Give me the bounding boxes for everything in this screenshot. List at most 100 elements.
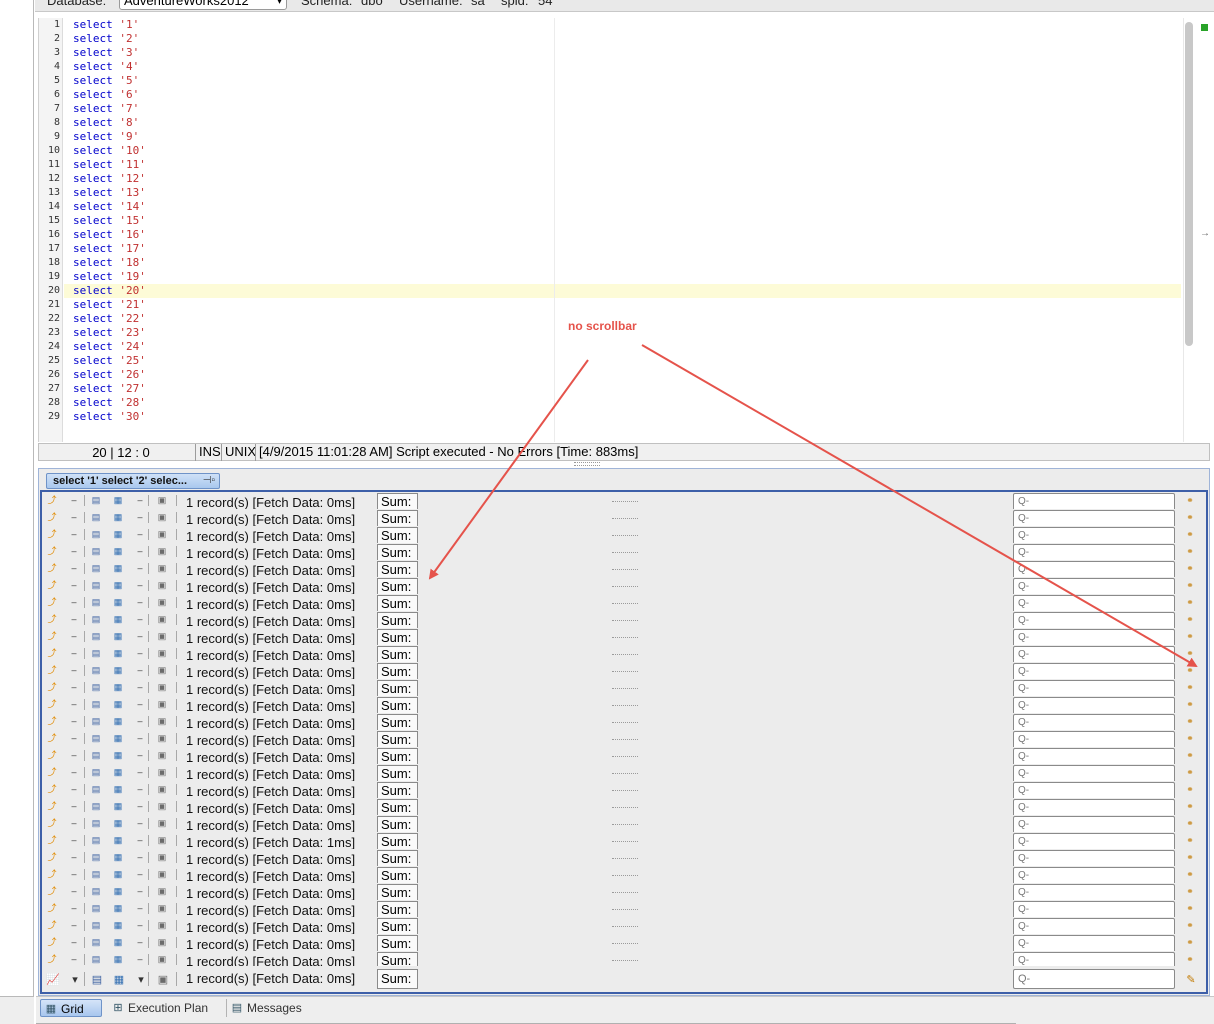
chevron-down-icon[interactable]: – [134, 936, 146, 948]
link-icon[interactable]: ⚭ [1184, 834, 1196, 846]
sum-box[interactable]: Sum: [377, 527, 418, 543]
link-icon[interactable]: ⚭ [1184, 851, 1196, 863]
chevron-down-icon[interactable]: – [68, 528, 80, 540]
sum-box[interactable]: Sum: [377, 561, 418, 577]
chevron-down-icon[interactable]: – [68, 919, 80, 931]
chevron-down-icon[interactable]: – [134, 851, 146, 863]
chevron-down-icon[interactable]: – [134, 664, 146, 676]
link-icon[interactable]: ⚭ [1184, 902, 1196, 914]
sum-box[interactable]: Sum: [377, 833, 418, 849]
link-icon[interactable]: ⚭ [1184, 698, 1196, 710]
link-icon[interactable]: ⚭ [1184, 664, 1196, 676]
print-icon[interactable]: ▣ [156, 885, 168, 897]
chart-icon[interactable]: ⤴ [46, 732, 58, 744]
chevron-down-icon[interactable]: – [68, 681, 80, 693]
excel-icon[interactable]: ▦ [112, 732, 124, 744]
filter-input[interactable]: Q- [1013, 714, 1175, 730]
excel-icon[interactable]: ▦ [112, 630, 124, 642]
excel-icon[interactable]: ▦ [112, 511, 124, 523]
print-icon[interactable]: ▣ [156, 817, 168, 829]
export-icon[interactable]: ▤ [90, 851, 102, 863]
link-icon[interactable]: ⚭ [1184, 783, 1196, 795]
link-icon[interactable]: ⚭ [1184, 545, 1196, 557]
chevron-down-icon[interactable]: – [68, 698, 80, 710]
filter-input[interactable]: Q- [1013, 731, 1175, 747]
chevron-down-icon[interactable]: – [134, 919, 146, 931]
chevron-down-icon[interactable]: – [134, 800, 146, 812]
export-icon[interactable]: ▤ [90, 715, 102, 727]
excel-icon[interactable]: ▦ [112, 919, 124, 931]
chevron-down-icon[interactable]: – [134, 953, 146, 965]
chart-icon[interactable]: ⤴ [46, 494, 58, 506]
excel-icon[interactable]: ▦ [112, 800, 124, 812]
export-icon[interactable]: ▤ [90, 800, 102, 812]
excel-icon[interactable]: ▦ [112, 766, 124, 778]
filter-input[interactable]: Q- [1013, 680, 1175, 696]
row-resize-grip[interactable] [612, 773, 638, 775]
export-icon[interactable]: ▤ [90, 562, 102, 574]
row-resize-grip[interactable] [612, 620, 638, 622]
sum-box[interactable]: Sum: [377, 629, 418, 645]
row-resize-grip[interactable] [612, 569, 638, 571]
row-resize-grip[interactable] [612, 960, 638, 962]
link-icon[interactable]: ⚭ [1184, 715, 1196, 727]
sum-box[interactable]: Sum: [377, 969, 418, 989]
splitter-grip[interactable] [574, 462, 600, 466]
row-resize-grip[interactable] [612, 807, 638, 809]
excel-icon[interactable]: ▦ [112, 647, 124, 659]
chevron-down-icon[interactable]: – [68, 800, 80, 812]
row-resize-grip[interactable] [612, 824, 638, 826]
sum-box[interactable]: Sum: [377, 680, 418, 696]
chart-icon[interactable]: ⤴ [46, 783, 58, 795]
link-icon[interactable]: ⚭ [1184, 766, 1196, 778]
filter-input[interactable]: Q- [1013, 663, 1175, 679]
chart-icon[interactable]: ⤴ [46, 562, 58, 574]
print-icon[interactable]: ▣ [156, 681, 168, 693]
filter-input[interactable]: Q- [1013, 595, 1175, 611]
chevron-down-icon[interactable]: – [68, 783, 80, 795]
chevron-down-icon[interactable]: – [134, 494, 146, 506]
chevron-down-icon[interactable]: – [68, 647, 80, 659]
print-icon[interactable]: ▣ [156, 953, 168, 965]
excel-icon[interactable]: ▦ [112, 715, 124, 727]
export-icon[interactable]: ▤ [90, 630, 102, 642]
chevron-down-icon[interactable]: – [68, 766, 80, 778]
filter-input[interactable]: Q- [1013, 578, 1175, 594]
row-resize-grip[interactable] [612, 892, 638, 894]
chevron-down-icon[interactable]: – [134, 885, 146, 897]
print-icon[interactable]: ▣ [156, 749, 168, 761]
chart-icon[interactable]: ⤴ [46, 511, 58, 523]
sum-box[interactable]: Sum: [377, 765, 418, 781]
tab-execution-plan[interactable]: ⊞ Execution Plan [108, 999, 214, 1017]
chart-icon[interactable]: ⤴ [46, 596, 58, 608]
filter-input[interactable]: Q- [1013, 901, 1175, 917]
print-icon[interactable]: ▣ [156, 630, 168, 642]
filter-input[interactable]: Q- [1013, 833, 1175, 849]
excel-icon[interactable]: ▦ [112, 973, 126, 987]
export-icon[interactable]: ▤ [90, 494, 102, 506]
chevron-down-icon[interactable]: – [68, 902, 80, 914]
sum-box[interactable]: Sum: [377, 816, 418, 832]
row-resize-grip[interactable] [612, 654, 638, 656]
print-icon[interactable]: ▣ [156, 902, 168, 914]
export-icon[interactable]: ▤ [90, 973, 104, 987]
link-icon[interactable]: ⚭ [1184, 562, 1196, 574]
excel-icon[interactable]: ▦ [112, 698, 124, 710]
chevron-down-icon[interactable]: – [68, 936, 80, 948]
chevron-down-icon[interactable]: – [68, 749, 80, 761]
sum-box[interactable]: Sum: [377, 510, 418, 526]
row-resize-grip[interactable] [612, 688, 638, 690]
excel-icon[interactable]: ▦ [112, 936, 124, 948]
filter-input[interactable]: Q- [1013, 867, 1175, 883]
export-icon[interactable]: ▤ [90, 511, 102, 523]
filter-input[interactable]: Q- [1013, 969, 1175, 989]
excel-icon[interactable]: ▦ [112, 562, 124, 574]
print-icon[interactable]: ▣ [156, 494, 168, 506]
chevron-down-icon[interactable]: – [68, 545, 80, 557]
chevron-down-icon[interactable]: ▾ [68, 973, 82, 987]
row-resize-grip[interactable] [612, 858, 638, 860]
editor-scrollbar-thumb[interactable] [1185, 22, 1193, 346]
tab-messages[interactable]: ▤ Messages [226, 999, 308, 1017]
chevron-down-icon[interactable]: – [134, 545, 146, 557]
chart-icon[interactable]: ⤴ [46, 817, 58, 829]
